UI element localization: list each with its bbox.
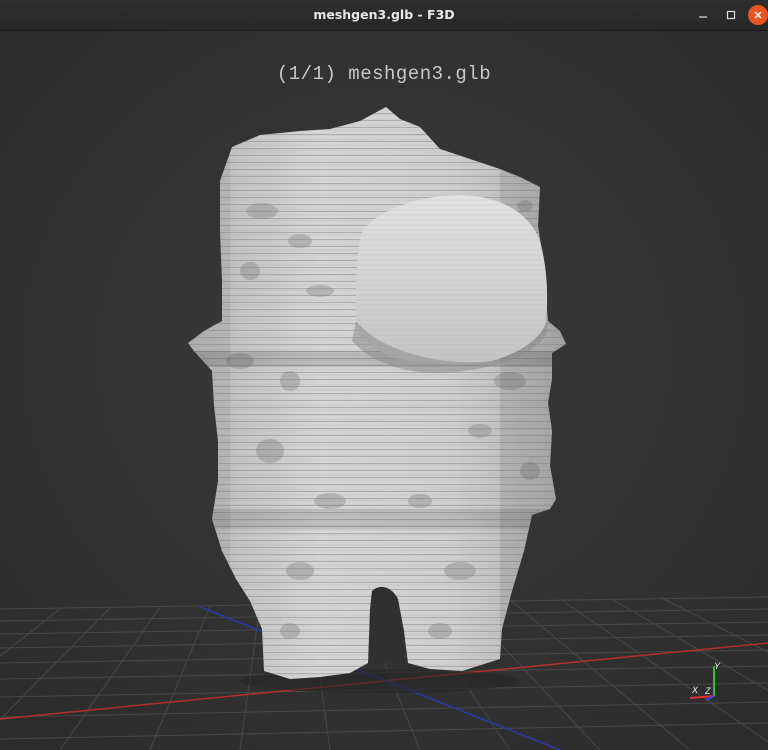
minimize-icon — [699, 16, 707, 18]
render-scene — [0, 31, 768, 750]
maximize-button[interactable] — [721, 5, 741, 25]
close-icon — [754, 11, 762, 19]
3d-viewport[interactable]: (1/1) meshgen3.glb — [0, 31, 768, 750]
axis-label-y: Y — [714, 661, 721, 671]
orientation-axes-widget — [689, 666, 715, 701]
close-button[interactable] — [748, 5, 768, 25]
title-bar[interactable]: meshgen3.glb - F3D — [0, 0, 768, 31]
maximize-icon — [726, 10, 736, 20]
axis-label-x: X — [692, 685, 699, 695]
minimize-button[interactable] — [693, 5, 713, 25]
window-title: meshgen3.glb - F3D — [313, 7, 455, 22]
f3d-window: meshgen3.glb - F3D (1/1) meshgen3.glb Y … — [0, 0, 768, 750]
axis-label-z: Z — [705, 686, 711, 696]
filename-overlay: (1/1) meshgen3.glb — [276, 63, 492, 85]
